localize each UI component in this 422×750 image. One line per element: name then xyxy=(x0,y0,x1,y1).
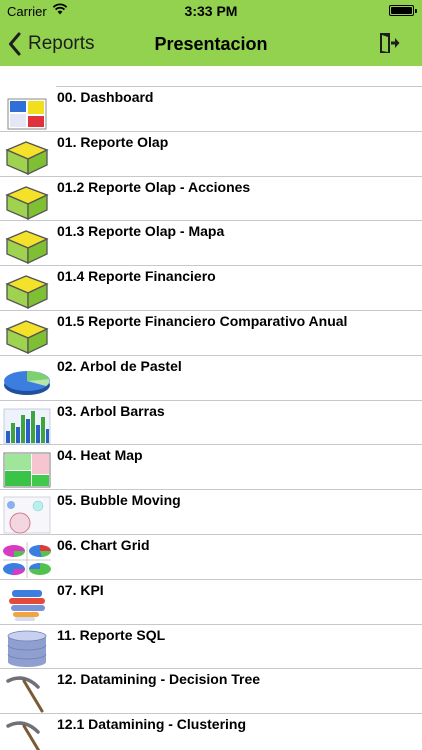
olap-cube-icon xyxy=(5,275,49,310)
database-icon xyxy=(7,630,47,667)
olap-cube-icon xyxy=(5,185,49,220)
list-item[interactable]: 03. Arbol Barras xyxy=(0,401,422,446)
list-item[interactable]: 02. Arbol de Pastel xyxy=(0,356,422,401)
list-item[interactable]: 11. Reporte SQL xyxy=(0,625,422,670)
list-item[interactable]: 12. Datamining - Decision Tree xyxy=(0,669,422,715)
list-item[interactable]: 05. Bubble Moving xyxy=(0,490,422,535)
list-item-label: 00. Dashboard xyxy=(57,89,154,105)
list-item-label: 01. Reporte Olap xyxy=(57,133,169,150)
top-bar: Carrier 3:33 PM Reports Presentacion xyxy=(0,0,422,66)
status-bar: Carrier 3:33 PM xyxy=(0,0,422,22)
kpi-icon xyxy=(9,589,45,621)
exit-icon[interactable] xyxy=(378,32,400,54)
list-item-label: 01.3 Reporte Olap - Mapa xyxy=(57,223,225,240)
list-item-label: 01.5 Reporte Financiero Comparativo Anua… xyxy=(57,312,348,329)
list-item-label: 04. Heat Map xyxy=(57,447,143,464)
status-time: 3:33 PM xyxy=(184,3,238,19)
list-item[interactable]: 01.3 Reporte Olap - Mapa xyxy=(0,221,422,267)
list-item[interactable]: 06. Chart Grid xyxy=(0,535,422,580)
pickaxe-icon xyxy=(6,721,41,750)
list-item[interactable]: 01.2 Reporte Olap - Acciones xyxy=(0,177,422,222)
chart-grid-icon xyxy=(3,541,52,578)
list-item[interactable]: 07. KPI xyxy=(0,580,422,625)
list-item[interactable]: 01. Reporte Olap xyxy=(0,132,422,177)
list-item-label: 12.1 Datamining - Clustering xyxy=(57,716,247,733)
list-item[interactable]: 01.4 Reporte Financiero xyxy=(0,266,422,311)
heat-map-icon xyxy=(3,452,51,488)
pickaxe-icon xyxy=(6,676,44,713)
list-header-spacer xyxy=(56,66,422,87)
list-item-label: 01.4 Reporte Financiero xyxy=(57,268,216,285)
olap-cube-icon xyxy=(5,141,49,175)
list-item[interactable]: 12.1 Datamining - Clustering xyxy=(0,714,422,750)
list-item-label: 02. Arbol de Pastel xyxy=(57,357,182,374)
list-item-label: 11. Reporte SQL xyxy=(57,626,166,643)
list-item-label: 01.2 Reporte Olap - Acciones xyxy=(57,178,251,195)
list-item-label: 12. Datamining - Decision Tree xyxy=(57,671,261,688)
list-item[interactable]: 00. Dashboard xyxy=(0,87,422,132)
list-item-label: 03. Arbol Barras xyxy=(57,402,165,419)
olap-cube-icon xyxy=(5,320,49,355)
list-item-label: 06. Chart Grid xyxy=(57,536,150,553)
reports-list: 00. Dashboard 01. Reporte Olap 01.2 Repo… xyxy=(0,66,422,750)
olap-cube-icon xyxy=(5,230,49,265)
bubble-chart-icon xyxy=(3,496,51,534)
page-title: Presentacion xyxy=(154,34,268,54)
list-item-label: 05. Bubble Moving xyxy=(57,492,181,509)
list-item[interactable]: 04. Heat Map xyxy=(0,445,422,491)
list-item[interactable]: 01.5 Reporte Financiero Comparativo Anua… xyxy=(0,311,422,356)
battery-icon xyxy=(389,5,417,16)
dashboard-icon xyxy=(7,98,47,130)
navigation-bar: Reports Presentacion xyxy=(0,22,422,66)
bar-chart-icon xyxy=(3,408,51,444)
pie-chart-icon xyxy=(4,370,50,395)
list-item-label: 07. KPI xyxy=(57,581,104,598)
